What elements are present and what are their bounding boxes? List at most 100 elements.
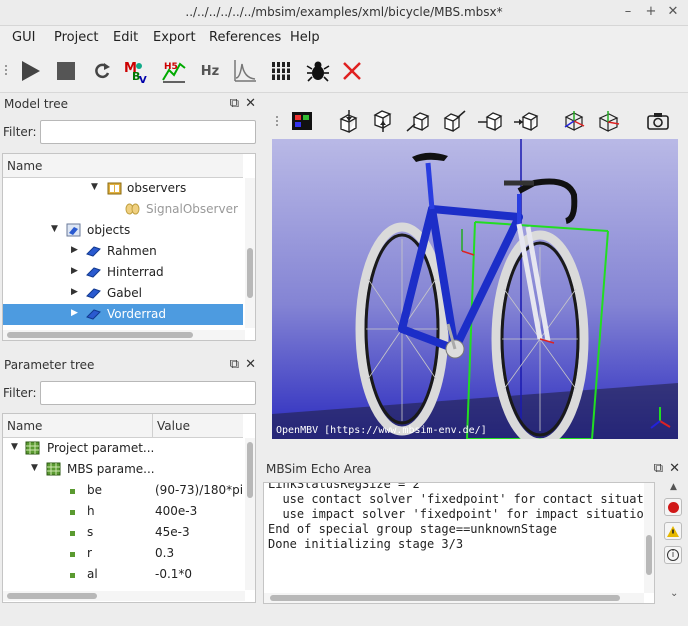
view-isometric-button[interactable] — [560, 107, 588, 135]
cube-view-front-icon — [406, 112, 430, 132]
echo-vscroll[interactable] — [644, 483, 654, 593]
param-row[interactable]: s 45e-3 — [3, 522, 243, 543]
toolbar-grip[interactable] — [5, 63, 11, 77]
scroll-thumb[interactable] — [646, 535, 652, 575]
close-dock-icon[interactable]: ✕ — [245, 356, 256, 374]
menu-edit[interactable]: Edit — [113, 30, 138, 45]
openmbv-3d-view[interactable] — [272, 139, 678, 439]
close-dock-icon[interactable]: ✕ — [669, 460, 680, 478]
stop-button[interactable] — [52, 57, 80, 85]
param-row[interactable]: ▼ MBS parame... — [3, 459, 243, 480]
expand-arrow-icon[interactable]: ▼ — [51, 224, 58, 234]
view-right-button[interactable] — [512, 107, 540, 135]
show-info-button[interactable]: i — [664, 546, 682, 564]
cube-dimetric-icon — [598, 111, 620, 132]
simulate-button[interactable] — [16, 57, 44, 85]
param-row[interactable]: h 400e-3 — [3, 501, 243, 522]
parameter-tree[interactable]: Name Value ▼ Project paramet... ▼ MBS pa… — [2, 413, 256, 603]
scroll-up-arrow-icon[interactable]: ▲ — [670, 482, 677, 492]
cube-view-back-icon — [443, 110, 466, 132]
model-tree-hscroll[interactable] — [3, 330, 245, 340]
frequency-response-button[interactable] — [230, 57, 258, 85]
viewer-toolbar — [272, 104, 680, 138]
view-bottom-button[interactable] — [368, 107, 396, 135]
view-front-button[interactable] — [404, 107, 432, 135]
openmbv-button[interactable]: M B V — [122, 57, 150, 85]
body-icon — [86, 288, 101, 299]
menu-gui[interactable]: GUI — [12, 30, 35, 45]
show-errors-button[interactable] — [664, 498, 682, 516]
parameter-tree-vscroll[interactable] — [245, 438, 255, 590]
menu-help[interactable]: Help — [290, 30, 320, 45]
h5plot-button[interactable]: H5 — [160, 57, 188, 85]
eigenanalysis-button[interactable]: Hz — [196, 57, 224, 85]
float-icon[interactable]: ⧉ — [654, 460, 663, 478]
param-row[interactable]: ▼ Project paramet... — [3, 438, 243, 459]
close-window-icon[interactable]: ✕ — [665, 4, 681, 20]
scroll-thumb[interactable] — [270, 595, 620, 601]
scroll-thumb[interactable] — [7, 332, 193, 338]
expand-arrow-icon[interactable]: ▶ — [71, 245, 78, 255]
debug-button[interactable] — [304, 57, 332, 85]
expand-arrow-icon[interactable]: ▼ — [11, 442, 18, 452]
scroll-thumb[interactable] — [247, 248, 253, 298]
view-back-button[interactable] — [440, 107, 468, 135]
background-color-button[interactable] — [288, 107, 316, 135]
model-tree-vscroll[interactable] — [245, 178, 255, 328]
tree-row-vorderrad[interactable]: ▶ Vorderrad — [3, 304, 243, 325]
menu-export[interactable]: Export — [153, 30, 196, 45]
kill-button[interactable] — [338, 57, 366, 85]
view-dimetric-button[interactable] — [594, 107, 622, 135]
name-column-header[interactable]: Name — [7, 159, 42, 173]
tree-row-observers[interactable]: ▼ observers — [3, 178, 243, 199]
value-column-header[interactable]: Value — [157, 419, 190, 433]
float-icon[interactable]: ⧉ — [230, 95, 239, 113]
expand-arrow-icon[interactable]: ▶ — [71, 308, 78, 318]
view-left-button[interactable] — [476, 107, 504, 135]
view-top-button[interactable] — [334, 107, 362, 135]
tree-row-rahmen[interactable]: ▶ Rahmen — [3, 241, 243, 262]
refresh-icon — [95, 63, 110, 79]
expand-arrow-icon[interactable]: ▶ — [71, 266, 78, 276]
table-icon — [270, 62, 294, 80]
tree-row-signalobserver[interactable]: SignalObserver — [3, 199, 243, 220]
minimize-icon[interactable]: – — [620, 4, 636, 20]
expand-down-icon[interactable]: ⌄ — [670, 588, 678, 599]
param-row[interactable]: r 0.3 — [3, 543, 243, 564]
echo-line: use contact solver 'fixedpoint' for cont… — [268, 492, 644, 506]
show-warnings-button[interactable] — [664, 522, 682, 540]
scroll-thumb[interactable] — [247, 442, 253, 498]
model-tree[interactable]: Name ▼ observers SignalObserver ▼ object… — [2, 153, 256, 341]
window-title: ../../../../../../mbsim/examples/xml/bic… — [185, 5, 503, 19]
expand-arrow-icon[interactable]: ▼ — [31, 463, 38, 473]
screenshot-button[interactable] — [644, 107, 672, 135]
echo-text-area[interactable]: LinkStatusRegSize = 2 use contact solver… — [263, 482, 655, 604]
param-value: 400e-3 — [155, 504, 198, 518]
expand-arrow-icon[interactable]: ▼ — [91, 182, 98, 192]
menu-references[interactable]: References — [209, 30, 281, 45]
scroll-thumb[interactable] — [7, 593, 97, 599]
float-icon[interactable]: ⧉ — [230, 356, 239, 374]
tree-label: Gabel — [107, 286, 142, 300]
model-tree-dock-title: Model tree ⧉ ✕ — [0, 94, 258, 114]
tree-row-gabel[interactable]: ▶ Gabel — [3, 283, 243, 304]
refresh-button[interactable] — [88, 57, 116, 85]
expand-arrow-icon[interactable]: ▶ — [71, 287, 78, 297]
objects-icon — [66, 223, 81, 237]
parameter-tree-hscroll[interactable] — [3, 591, 245, 601]
model-filter-input[interactable] — [40, 120, 256, 144]
maximize-icon[interactable]: + — [643, 4, 659, 20]
parameter-filter-input[interactable] — [40, 381, 256, 405]
scalar-icon — [70, 573, 75, 578]
tree-row-hinterrad[interactable]: ▶ Hinterrad — [3, 262, 243, 283]
tree-row-objects[interactable]: ▼ objects — [3, 220, 243, 241]
param-value: 0.3 — [155, 546, 175, 560]
param-row[interactable]: be (90-73)/180*pi — [3, 480, 243, 501]
menu-project[interactable]: Project — [54, 30, 98, 45]
name-column-header[interactable]: Name — [7, 419, 42, 433]
close-dock-icon[interactable]: ✕ — [245, 95, 256, 113]
echo-hscroll[interactable] — [264, 593, 644, 603]
toolbar-grip[interactable] — [276, 114, 282, 128]
param-row[interactable]: al -0.1*0 — [3, 564, 243, 585]
state-table-button[interactable] — [268, 57, 296, 85]
